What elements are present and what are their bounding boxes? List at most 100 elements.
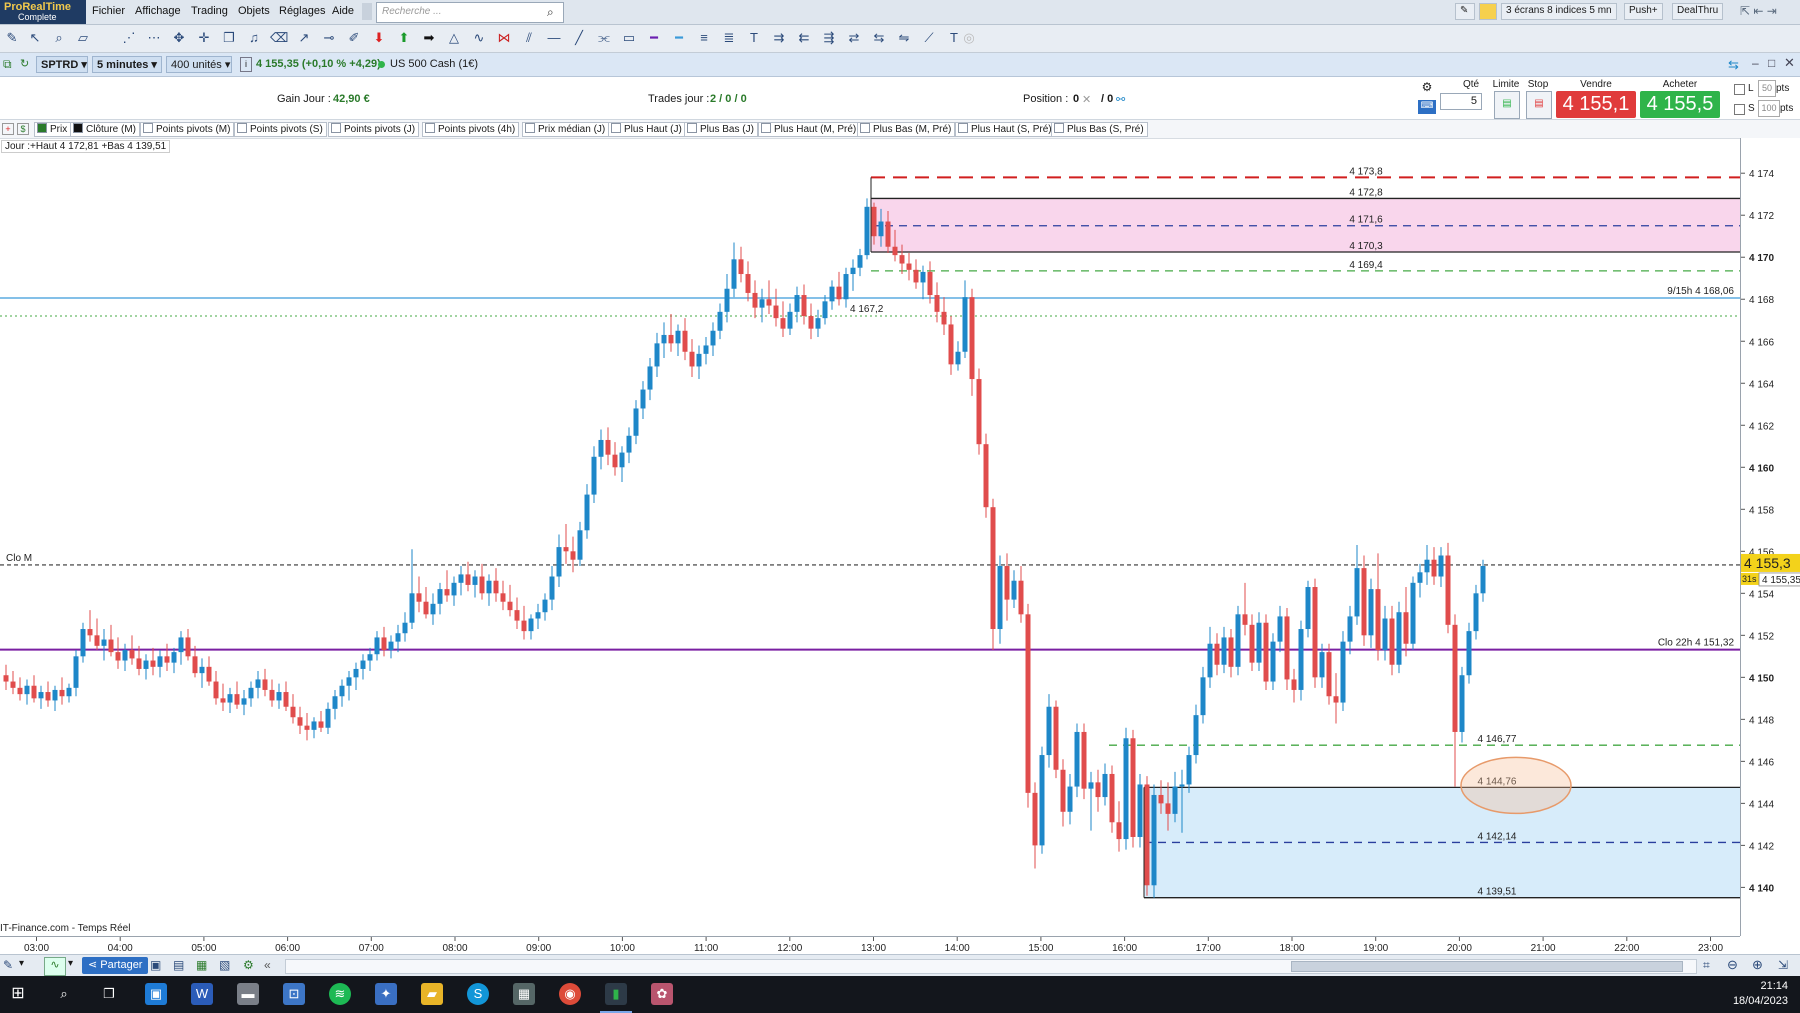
- candle-body[interactable]: [1130, 738, 1136, 837]
- candle-body[interactable]: [864, 206, 870, 256]
- candle-body[interactable]: [654, 343, 660, 367]
- brush-icon[interactable]: ✐: [345, 29, 363, 47]
- s-input[interactable]: 100: [1758, 100, 1780, 117]
- copy-icon[interactable]: ❐: [220, 29, 238, 47]
- indicator-checkbox[interactable]: [237, 123, 247, 133]
- candle-body[interactable]: [1165, 803, 1171, 814]
- zoom-icon[interactable]: ⌕: [50, 29, 68, 47]
- candle-body[interactable]: [766, 299, 772, 306]
- candle-body[interactable]: [430, 603, 436, 615]
- timeframe-select[interactable]: 5 minutes ▾: [92, 56, 162, 73]
- candle-body[interactable]: [59, 689, 65, 697]
- candle-body[interactable]: [619, 452, 625, 468]
- candle-body[interactable]: [66, 687, 72, 697]
- candle-body[interactable]: [1116, 822, 1122, 840]
- alert-icon[interactable]: ♫: [245, 29, 263, 47]
- candle-body[interactable]: [1242, 614, 1248, 625]
- candle-body[interactable]: [710, 330, 716, 346]
- candle-body[interactable]: [1025, 614, 1031, 793]
- candle-body[interactable]: [927, 271, 933, 296]
- search-input[interactable]: Recherche ... ⌕: [376, 2, 564, 23]
- candle-body[interactable]: [703, 345, 709, 354]
- candle-body[interactable]: [626, 435, 632, 453]
- purple-line-icon[interactable]: ━: [645, 29, 663, 47]
- time-scrollbar[interactable]: [285, 959, 1697, 974]
- candle-body[interactable]: [241, 698, 247, 705]
- menu-trading[interactable]: Trading: [191, 5, 228, 17]
- candle-body[interactable]: [262, 679, 268, 690]
- candle-body[interactable]: [1277, 616, 1283, 642]
- candle-body[interactable]: [682, 330, 688, 352]
- candle-body[interactable]: [472, 576, 478, 585]
- indicator-checkbox[interactable]: [958, 123, 968, 133]
- ruler-icon[interactable]: ▱: [74, 29, 92, 47]
- candle-body[interactable]: [1431, 559, 1437, 577]
- search-taskbar-icon[interactable]: ⌕: [53, 983, 75, 1005]
- candle-body[interactable]: [675, 330, 681, 344]
- candle-body[interactable]: [318, 721, 324, 728]
- candle-body[interactable]: [1361, 568, 1367, 636]
- candle-body[interactable]: [1039, 755, 1045, 846]
- menu-reglages[interactable]: Réglages: [279, 5, 325, 17]
- candle-body[interactable]: [836, 286, 842, 300]
- candle-body[interactable]: [1347, 616, 1353, 642]
- dealthru-button[interactable]: DealThru: [1672, 3, 1724, 20]
- search-icon[interactable]: ⌕: [547, 5, 554, 20]
- qty-input[interactable]: 5: [1440, 93, 1482, 110]
- candle-body[interactable]: [1137, 784, 1143, 837]
- move-icon[interactable]: ✛: [195, 29, 213, 47]
- candle-body[interactable]: [892, 246, 898, 256]
- indicator-checkbox[interactable]: [761, 123, 771, 133]
- candle-body[interactable]: [283, 692, 289, 707]
- candle-body[interactable]: [1067, 786, 1073, 812]
- candle-body[interactable]: [640, 389, 646, 409]
- candle-body[interactable]: [808, 316, 814, 329]
- blue-line-icon[interactable]: ━: [670, 29, 688, 47]
- candle-body[interactable]: [1473, 593, 1479, 632]
- candle-body[interactable]: [94, 635, 100, 646]
- l-checkbox[interactable]: [1734, 84, 1745, 95]
- candle-body[interactable]: [465, 574, 471, 585]
- prorealtime-taskbar-icon[interactable]: ▮: [605, 983, 627, 1005]
- indicator-toggle[interactable]: Plus Bas (S, Pré): [1051, 122, 1148, 137]
- candle-body[interactable]: [185, 637, 191, 657]
- candle-body[interactable]: [1312, 587, 1318, 678]
- candle-body[interactable]: [598, 439, 604, 457]
- candle-body[interactable]: [24, 685, 30, 695]
- candle-body[interactable]: [1004, 566, 1010, 600]
- right-arrow-icon[interactable]: ➡: [420, 29, 438, 47]
- candle-body[interactable]: [1291, 679, 1297, 690]
- candle-body[interactable]: [976, 379, 982, 445]
- candle-body[interactable]: [752, 292, 758, 308]
- candle-body[interactable]: [1389, 618, 1395, 665]
- l-input[interactable]: 50: [1758, 80, 1776, 97]
- folder-icon[interactable]: ▰: [421, 983, 443, 1005]
- candle-body[interactable]: [521, 620, 527, 632]
- candle-body[interactable]: [1305, 587, 1311, 630]
- info-icon[interactable]: i: [240, 57, 252, 72]
- candle-body[interactable]: [563, 547, 569, 552]
- candle-body[interactable]: [1263, 622, 1269, 682]
- windows-start-icon[interactable]: ⊞: [7, 983, 29, 1005]
- s-checkbox[interactable]: [1734, 104, 1745, 115]
- candle-body[interactable]: [738, 259, 744, 275]
- candle-body[interactable]: [500, 593, 506, 602]
- candle-body[interactable]: [73, 656, 79, 688]
- candle-body[interactable]: [122, 650, 128, 661]
- indicator-toggle[interactable]: Plus Haut (J): [608, 122, 686, 137]
- candle-body[interactable]: [115, 652, 121, 661]
- segment-icon[interactable]: ⊸: [320, 29, 338, 47]
- hline-icon[interactable]: —: [545, 29, 563, 47]
- indicator-toggle[interactable]: Plus Haut (S, Pré): [955, 122, 1056, 137]
- calculator-icon[interactable]: ▦: [513, 983, 535, 1005]
- candle-body[interactable]: [1340, 641, 1346, 703]
- candle-body[interactable]: [339, 685, 345, 697]
- candle-body[interactable]: [87, 629, 93, 636]
- candle-body[interactable]: [1375, 589, 1381, 651]
- level3-icon[interactable]: ⇶: [820, 29, 838, 47]
- table-icon[interactable]: ▦: [196, 958, 207, 972]
- channel-icon[interactable]: ⫽: [520, 29, 538, 47]
- candle-body[interactable]: [150, 660, 156, 667]
- fib-ext-icon[interactable]: ≣: [720, 29, 738, 47]
- list-icon[interactable]: ▤: [173, 958, 184, 972]
